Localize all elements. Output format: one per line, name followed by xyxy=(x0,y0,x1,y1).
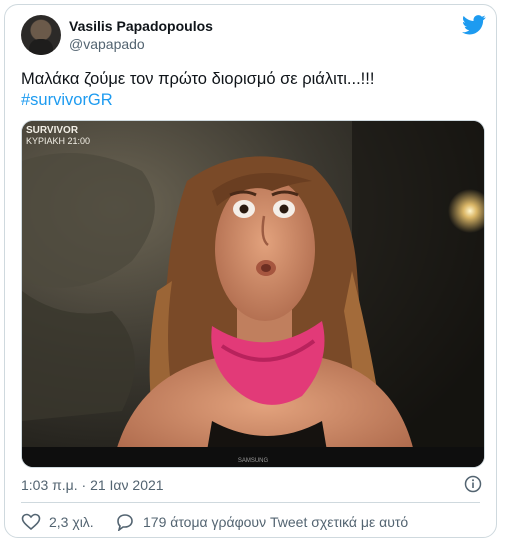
heart-icon xyxy=(21,513,41,531)
tv-brand-label: SAMSUNG xyxy=(238,458,269,464)
divider xyxy=(21,502,480,503)
like-button[interactable]: 2,3 χιλ. xyxy=(21,513,94,531)
author-name[interactable]: Vasilis Papadopoulos xyxy=(69,18,213,34)
overlay-title: SURVIVOR xyxy=(26,125,79,136)
author-handle[interactable]: @vapapado xyxy=(69,36,145,52)
tweet-timestamp[interactable]: 1:03 π.μ. · 21 Ιαν 2021 xyxy=(21,477,164,493)
twitter-bird-icon[interactable] xyxy=(462,15,486,35)
tweet-card: Vasilis Papadopoulos @vapapado Μαλάκα ζο… xyxy=(4,4,497,538)
tv-photo: SAMSUNG SURVIVOR ΚΥΡΙΑΚΗ 21:00 xyxy=(22,121,484,467)
like-count: 2,3 χιλ. xyxy=(49,514,94,530)
author-avatar[interactable] xyxy=(21,15,61,55)
reply-button[interactable]: 179 άτομα γράφουν Tweet σχετικά με αυτό xyxy=(115,513,408,531)
tweet-text: Μαλάκα ζούμε τον πρώτο διορισμό σε ριάλι… xyxy=(21,69,481,111)
tweet-body: Μαλάκα ζούμε τον πρώτο διορισμό σε ριάλι… xyxy=(21,70,375,88)
tweet-image[interactable]: SAMSUNG SURVIVOR ΚΥΡΙΑΚΗ 21:00 xyxy=(21,120,485,468)
overlay-subtitle: ΚΥΡΙΑΚΗ 21:00 xyxy=(26,136,90,146)
reply-icon xyxy=(117,514,133,531)
info-icon[interactable] xyxy=(464,475,482,493)
hashtag-link[interactable]: #survivorGR xyxy=(21,90,481,111)
reply-count: 179 άτομα γράφουν Tweet σχετικά με αυτό xyxy=(143,514,409,530)
